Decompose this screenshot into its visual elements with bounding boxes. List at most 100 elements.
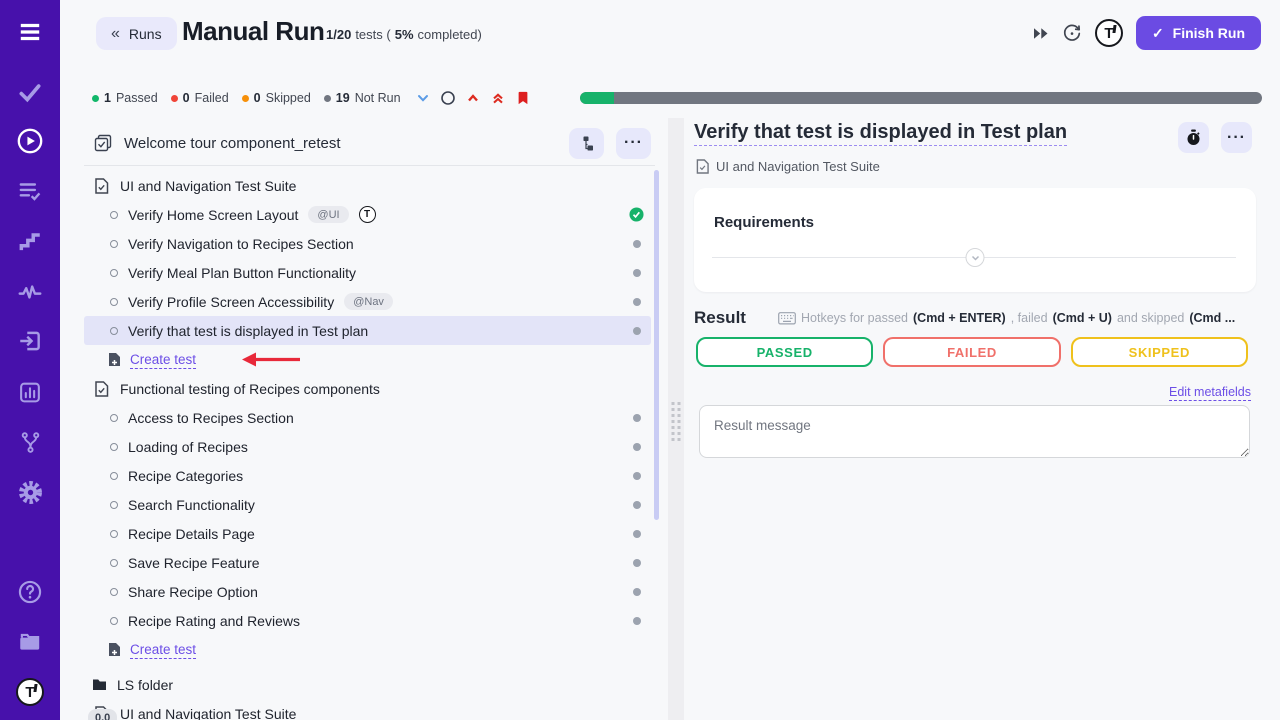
test-row[interactable]: Loading of Recipes [84, 432, 651, 461]
back-to-runs-button[interactable]: « Runs [96, 17, 177, 50]
hotkey-skipped: (Cmd ... [1189, 311, 1235, 325]
rerun-timer-icon[interactable] [1062, 23, 1082, 43]
status-not-run-dot [633, 327, 641, 335]
stat-count: 0 [254, 91, 261, 105]
menu-icon[interactable] [16, 18, 44, 46]
timer-button[interactable] [1178, 122, 1209, 153]
edit-metafields-link[interactable]: Edit metafields [1169, 385, 1251, 399]
row-label: Share Recipe Option [128, 584, 258, 600]
row-label: Functional testing of Recipes components [120, 381, 380, 397]
row-label[interactable]: Create test [130, 352, 196, 367]
status-not-run-dot [633, 269, 641, 277]
panel-resizer[interactable] [668, 118, 684, 720]
testomat-logo[interactable]: T [16, 678, 44, 706]
skipped-button[interactable]: SKIPPED [1071, 337, 1248, 367]
result-message-input[interactable] [699, 405, 1250, 458]
test-bullet-icon [110, 269, 118, 277]
priority-high-icon[interactable] [463, 89, 482, 108]
steps-icon[interactable] [16, 228, 44, 256]
status-filter-icon[interactable] [438, 89, 457, 108]
analytics-chart-icon[interactable] [16, 378, 44, 406]
priority-highest-icon[interactable] [488, 89, 507, 108]
help-icon[interactable] [16, 578, 44, 606]
run-header: « Runs Manual Run 1/20 tests ( 5% comple… [60, 0, 1280, 68]
row-label: Recipe Details Page [128, 526, 255, 542]
row-label: UI and Navigation Test Suite [120, 178, 296, 194]
test-row[interactable]: Recipe Categories [84, 461, 651, 490]
row-label: Verify that test is displayed in Test pl… [128, 323, 368, 339]
stat-label: Failed [195, 91, 229, 105]
test-suite-breadcrumb[interactable]: UI and Navigation Test Suite [716, 159, 880, 174]
annotation-arrow-icon [240, 351, 302, 368]
run-progress-summary: 1/20 tests ( 5% completed) [326, 27, 482, 42]
import-icon[interactable] [16, 327, 44, 355]
suite-row[interactable]: UI and Navigation Test Suite [84, 171, 651, 200]
test-row[interactable]: Verify Profile Screen Accessibility@Nav [84, 287, 651, 316]
requirements-expand-button[interactable] [966, 248, 985, 267]
header-actions: T ✓ Finish Run [1033, 14, 1261, 52]
row-label: Recipe Categories [128, 468, 243, 484]
test-bullet-icon [110, 211, 118, 219]
test-plans-icon[interactable] [16, 177, 44, 205]
stat-count: 0 [183, 91, 190, 105]
run-progress-bar [580, 92, 1262, 104]
stat-label: Passed [116, 91, 158, 105]
testomat-logo-icon[interactable]: T [1095, 19, 1123, 47]
test-bullet-icon [110, 501, 118, 509]
tree-header: Welcome tour component_retest ··· [84, 124, 651, 162]
settings-gear-icon[interactable] [16, 478, 44, 506]
create-test-icon [108, 642, 121, 657]
run-name: Welcome tour component_retest [124, 135, 341, 152]
test-row[interactable]: Recipe Details Page [84, 519, 651, 548]
passed-button[interactable]: PASSED [696, 337, 873, 367]
hotkey-failed: (Cmd + U) [1053, 311, 1112, 325]
requirements-title: Requirements [714, 214, 814, 231]
bookmark-filter-icon[interactable] [513, 89, 532, 108]
status-not-run-dot [633, 559, 641, 567]
test-row[interactable]: Search Functionality [84, 490, 651, 519]
tests-check-icon[interactable] [16, 78, 44, 106]
row-label: Verify Navigation to Recipes Section [128, 236, 354, 252]
branches-icon[interactable] [16, 428, 44, 456]
runs-play-icon[interactable] [16, 127, 44, 155]
result-title: Result [694, 308, 746, 328]
test-row[interactable]: Recipe Rating and Reviews [84, 606, 651, 635]
test-bullet-icon [110, 298, 118, 306]
failed-button[interactable]: FAILED [883, 337, 1060, 367]
test-tree: UI and Navigation Test Suite Verify Home … [84, 171, 651, 720]
test-row[interactable]: Share Recipe Option [84, 577, 651, 606]
tests-word: tests ( [355, 27, 390, 42]
test-row[interactable]: Save Recipe Feature [84, 548, 651, 577]
fast-forward-icon[interactable] [1033, 27, 1049, 40]
projects-folder-icon[interactable] [16, 628, 44, 656]
test-row[interactable]: Verify Navigation to Recipes Section [84, 229, 651, 258]
test-row[interactable]: Verify Home Screen Layout@UIT [84, 200, 651, 229]
test-row[interactable]: Verify that test is displayed in Test pl… [84, 316, 651, 345]
activity-pulse-icon[interactable] [16, 278, 44, 306]
row-label[interactable]: Create test [130, 642, 196, 657]
hotkeys-mid1: , failed [1011, 311, 1048, 325]
run-stats: 1Passed0Failed0Skipped19Not Run [92, 91, 414, 105]
tree-view-button[interactable] [569, 128, 604, 159]
test-bullet-icon [110, 617, 118, 625]
suite-row[interactable]: Functional testing of Recipes components [84, 374, 651, 403]
project-checklist-icon [94, 134, 112, 152]
test-row[interactable]: Verify Meal Plan Button Functionality [84, 258, 651, 287]
test-bullet-icon [110, 530, 118, 538]
finish-run-button[interactable]: ✓ Finish Run [1136, 16, 1261, 50]
finish-run-label: Finish Run [1173, 25, 1245, 41]
skipped-dot [242, 95, 249, 102]
row-label: Verify Profile Screen Accessibility [128, 294, 334, 310]
test-bullet-icon [110, 443, 118, 451]
test-title[interactable]: Verify that test is displayed in Test pl… [694, 121, 1067, 144]
tree-scrollbar[interactable] [654, 170, 659, 520]
status-not-run-dot [633, 501, 641, 509]
tree-more-button[interactable]: ··· [616, 128, 651, 159]
test-row[interactable]: Access to Recipes Section [84, 403, 651, 432]
hotkey-passed: (Cmd + ENTER) [913, 311, 1006, 325]
chevron-down-filter-icon[interactable] [413, 89, 432, 108]
detail-more-button[interactable]: ··· [1221, 122, 1252, 153]
folder-row[interactable]: LS folder [84, 670, 651, 699]
drag-grip-icon [672, 402, 681, 441]
suite-row[interactable]: UI and Navigation Test Suite0.0 [84, 699, 651, 720]
